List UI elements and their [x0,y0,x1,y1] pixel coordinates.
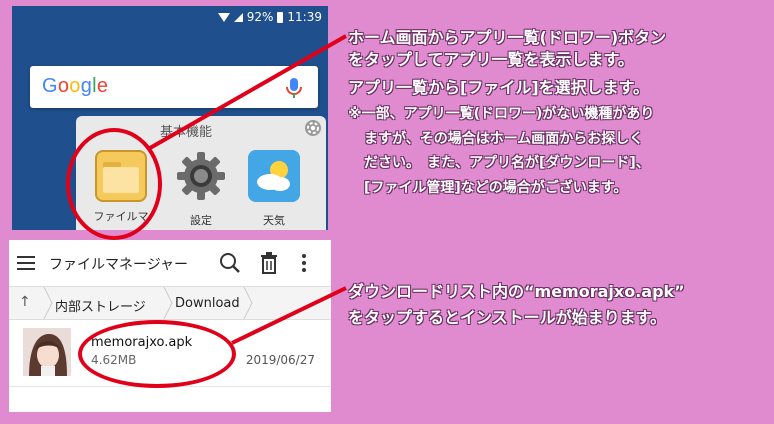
up-arrow-icon[interactable]: ↑ [19,294,31,310]
note1-line7: [ファイル管理]などの場合がございます。 [364,180,628,196]
note2-line1: ダウンロードリスト内の“memorajxo.apk” [348,282,685,301]
note2-line2: をタップするとインストールが始まります。 [348,308,667,327]
app-weather[interactable]: 天気 [243,150,305,228]
note1-line3: アプリ一覧から[ファイル]を選択します。 [348,78,650,97]
note1-line6: ださい。 また、アプリ名が[ダウンロード]、 [364,155,650,171]
note1-line4: ※一部、アプリ一覧(ドロワー)がない機種があり [348,106,655,122]
mic-icon[interactable] [284,77,304,99]
more-icon[interactable] [301,252,307,274]
settings-icon [177,152,225,200]
hamburger-icon[interactable] [17,256,35,270]
highlight-ring-apk-file [78,320,236,388]
battery-icon [277,11,284,23]
page-title: ファイルマネージャー [49,257,189,273]
clock: 11:39 [287,10,322,24]
highlight-ring-files-app [66,128,162,240]
note1-line2: をタップしてアプリ一覧を表示します。 [348,50,634,69]
file-thumbnail [23,328,71,376]
breadcrumb-separator [163,287,173,319]
trash-icon[interactable] [259,252,279,274]
breadcrumb: ↑ 内部ストレージ Download [9,287,331,320]
app-settings[interactable]: 設定 [170,150,232,228]
breadcrumb-internal-storage[interactable]: 内部ストレージ [55,296,146,315]
google-search-bar[interactable]: Google [30,66,318,108]
signal-icon [233,12,243,22]
files-toolbar: ファイルマネージャー [9,240,331,287]
google-logo: Google [42,75,109,97]
weather-icon [248,150,300,202]
app-weather-label: 天気 [263,214,285,227]
app-settings-label: 設定 [190,214,212,227]
file-date: 2019/06/27 [245,353,315,367]
battery-level: 92% [246,10,274,24]
breadcrumb-separator [43,287,53,319]
note1-line1: ホーム画面からアプリ一覧(ドロワー)ボタン [348,28,667,47]
wifi-icon [217,12,230,22]
note1-line5: ますが、その場合はホーム画面からお探しく [364,131,644,147]
search-icon[interactable] [219,252,241,274]
status-bar: 92% 11:39 [217,8,322,26]
gear-icon[interactable] [304,119,322,137]
home-screen: 92% 11:39 Google 基本機能 ファイルマ 設定 天気 [12,6,328,230]
breadcrumb-download[interactable]: Download [175,296,240,311]
breadcrumb-separator [243,287,253,319]
